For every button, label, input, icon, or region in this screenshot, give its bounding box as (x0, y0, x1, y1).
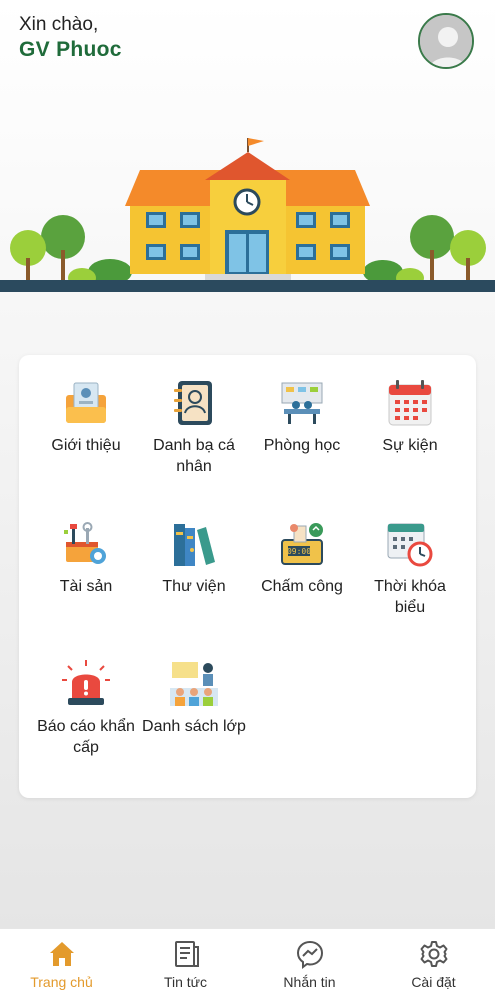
nav-home[interactable]: Trang chủ (0, 929, 123, 1000)
menu-item-label: Sự kiện (382, 437, 438, 454)
id-card-folder-icon (66, 382, 106, 423)
classroom-icon (281, 382, 323, 424)
class-list-icon (170, 662, 218, 706)
gear-icon (420, 941, 447, 967)
menu-item-label: Chấm công (261, 578, 343, 595)
avatar[interactable] (418, 13, 474, 69)
svg-text:09:00: 09:00 (287, 547, 311, 556)
menu-item-label: Danh bạ cá nhân (153, 437, 235, 475)
greeting-text: Xin chào, (19, 14, 99, 35)
menu-item-bao-cao-khan-cap[interactable]: Báo cáo khẩn cấp (29, 658, 143, 758)
menu-item-thu-vien[interactable]: Thư viện (137, 518, 251, 597)
nav-news[interactable]: Tin tức (124, 929, 247, 1000)
nav-settings[interactable]: Cài đặt (372, 929, 495, 1000)
nav-label: Cài đặt (411, 974, 456, 990)
nav-label: Tin tức (163, 974, 208, 990)
username: GV Phuoc (19, 38, 122, 61)
menu-item-label: Thời khóa biểu (374, 578, 446, 616)
menu-item-thoi-khoa-bieu[interactable]: Thời khóa biểu (353, 518, 467, 618)
messenger-icon (296, 940, 323, 969)
menu-item-danh-ba[interactable]: Danh bạ cá nhân (137, 377, 251, 477)
schedule-icon (387, 523, 433, 567)
user-avatar-icon (420, 15, 472, 67)
menu-item-label: Phòng học (263, 437, 341, 454)
nav-label: Nhắn tin (283, 974, 336, 990)
nav-messages[interactable]: Nhắn tin (248, 929, 371, 1000)
school-illustration (0, 138, 495, 292)
home-icon (49, 942, 74, 966)
nav-label: Trang chủ (30, 974, 93, 990)
menu-item-tai-san[interactable]: Tài sản (29, 518, 143, 597)
siren-icon (62, 660, 110, 705)
menu-item-label: Giới thiệu (51, 437, 121, 454)
menu-item-label: Tài sản (59, 578, 113, 595)
header: Xin chào, GV Phuoc (0, 0, 495, 100)
menu-item-cham-cong[interactable]: 09:00 Chấm công (245, 518, 359, 597)
menu-item-phong-hoc[interactable]: Phòng học (245, 377, 359, 456)
bottom-nav: Trang chủ Tin tức Nhắn tin Cài đặt (0, 928, 495, 1000)
address-book-icon (174, 381, 212, 425)
menu-item-label: Thư viện (162, 578, 226, 595)
toolbox-icon (64, 522, 106, 564)
books-icon (174, 524, 215, 566)
news-icon (174, 941, 199, 967)
menu-item-label: Báo cáo khẩn cấp (37, 718, 135, 756)
time-clock-icon: 09:00 (281, 523, 323, 565)
menu-item-danh-sach-lop[interactable]: Danh sách lớp (137, 658, 251, 737)
menu-item-su-kien[interactable]: Sự kiện (353, 377, 467, 456)
menu-item-label: Danh sách lớp (142, 718, 246, 735)
menu-card: Giới thiệu Danh bạ cá nhân Phòng học Sự … (19, 355, 476, 798)
calendar-icon (388, 380, 432, 426)
menu-item-gioi-thieu[interactable]: Giới thiệu (29, 377, 143, 456)
